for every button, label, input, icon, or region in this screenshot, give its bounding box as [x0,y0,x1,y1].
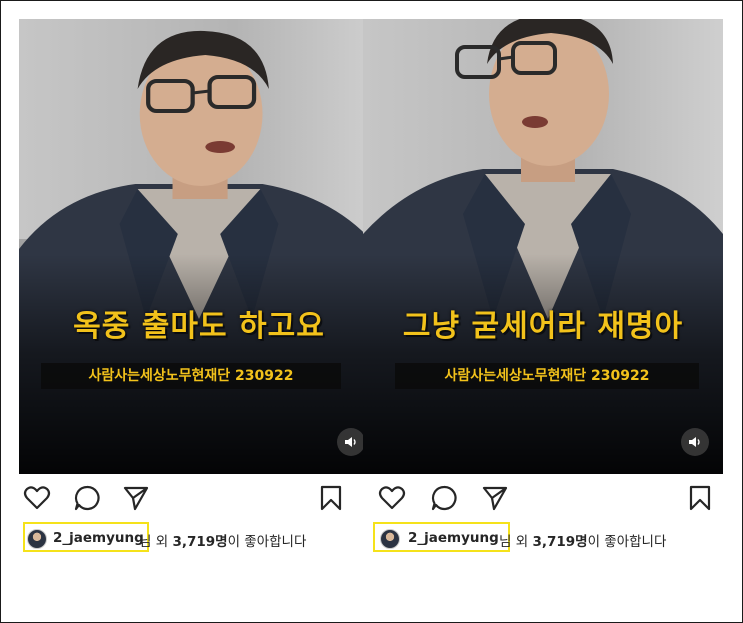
video-player[interactable]: 그냥 굳세어라 재명아 사람사는세상노무현재단 230922 [363,19,723,474]
heart-icon[interactable] [378,484,406,512]
post-left: 옥중 출마도 하고요 사람사는세상노무현재단 230922 2_jaemyung… [19,19,379,579]
likes-count[interactable]: 3,719명 [172,534,227,550]
likes-row: 2_jaemyung 님 외 3,719명이 좋아합니다 [19,522,379,552]
bookmark-icon[interactable] [686,484,714,512]
likes-count[interactable]: 3,719명 [532,534,587,550]
share-icon[interactable] [122,484,150,512]
avatar[interactable] [27,529,47,549]
username-link[interactable]: 2_jaemyung [53,530,144,546]
likes-text: 님 외 3,719명이 좋아합니다 [139,530,306,550]
comment-icon[interactable] [73,484,101,512]
honorific: 님 [499,534,512,550]
username-link[interactable]: 2_jaemyung [408,530,499,546]
likes-row: 2_jaemyung 님 외 3,719명이 좋아합니다 [363,522,723,552]
speaker-button[interactable] [337,428,365,456]
action-bar [19,484,379,516]
bookmark-icon[interactable] [317,484,345,512]
video-caption: 옥중 출마도 하고요 [73,309,325,344]
likes-prefix: 외 [155,534,169,550]
speaker-icon [345,437,356,447]
video-caption: 그냥 굳세어라 재명아 [402,309,684,344]
comment-icon[interactable] [430,484,458,512]
post-right: 그냥 굳세어라 재명아 사람사는세상노무현재단 230922 2_jaemyun… [363,19,723,579]
heart-icon[interactable] [23,484,51,512]
speaker-icon [689,437,700,447]
likes-text: 님 외 3,719명이 좋아합니다 [499,530,666,550]
honorific: 님 [139,534,152,550]
avatar[interactable] [380,529,400,549]
video-subtitle: 사람사는세상노무현재단 230922 [41,363,341,389]
likes-suffix: 이 좋아합니다 [227,534,307,550]
likes-suffix: 이 좋아합니다 [587,534,667,550]
video-subtitle: 사람사는세상노무현재단 230922 [395,363,699,389]
screenshot-frame: 옥중 출마도 하고요 사람사는세상노무현재단 230922 2_jaemyung… [0,0,743,623]
speaker-button[interactable] [681,428,709,456]
action-bar [363,484,723,516]
share-icon[interactable] [481,484,509,512]
video-player[interactable]: 옥중 출마도 하고요 사람사는세상노무현재단 230922 [19,19,379,474]
likes-prefix: 외 [515,534,529,550]
